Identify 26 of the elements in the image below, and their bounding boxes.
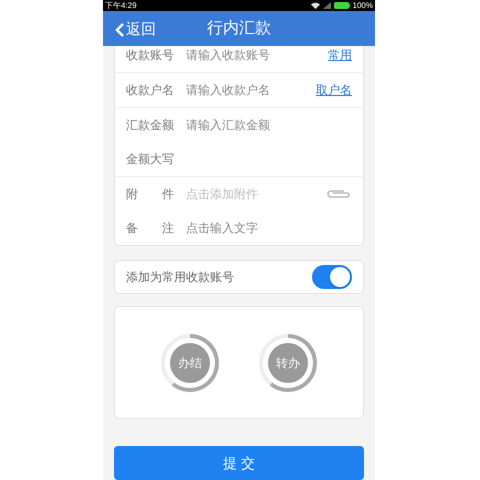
wifi-icon: [310, 2, 320, 10]
input-field[interactable]: 请输入汇款金额: [186, 116, 352, 134]
input-field[interactable]: 点击添加附件: [186, 185, 324, 203]
input-field[interactable]: 请输入收款户名: [186, 81, 316, 99]
paperclip-icon[interactable]: [324, 188, 352, 200]
chevron-left-icon: [115, 22, 125, 38]
battery-level: 100%: [352, 2, 373, 10]
toggle-switch[interactable]: [312, 265, 352, 289]
status-time: 下午4:29: [105, 2, 137, 10]
link[interactable]: 取户名: [316, 81, 352, 99]
submit-button[interactable]: 提 交: [114, 446, 364, 480]
link[interactable]: 常用: [328, 46, 352, 64]
input-field[interactable]: 点击输入文字: [186, 219, 352, 237]
action-button[interactable]: 办结: [161, 334, 219, 392]
field-label: 收款户名: [126, 82, 175, 99]
field-label: 收款账号: [126, 47, 175, 64]
battery-icon: [334, 2, 350, 10]
field-label: 备 注: [126, 220, 175, 237]
field-label: 金额大写: [126, 151, 175, 168]
toggle-label: 添加为常用收款账号: [126, 269, 234, 286]
field-label: 附 件: [126, 186, 175, 203]
page-title: 行内汇款: [207, 18, 271, 39]
action-button[interactable]: 转办: [259, 334, 317, 392]
input-field[interactable]: 请输入收款账号: [186, 46, 328, 64]
back-button[interactable]: 返回: [115, 20, 156, 40]
field-label: 汇款金额: [126, 117, 175, 134]
